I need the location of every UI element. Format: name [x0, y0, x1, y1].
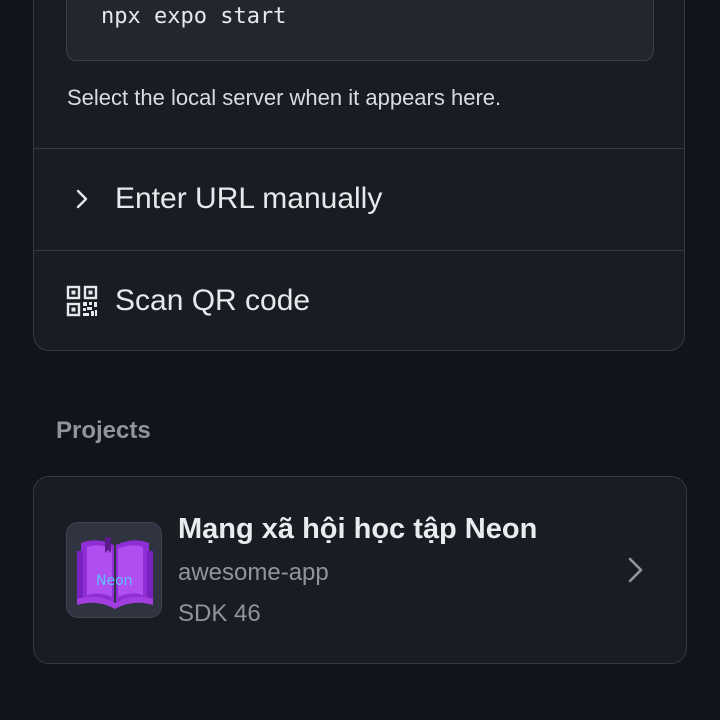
server-hint: Select the local server when it appears …	[67, 85, 502, 110]
scan-qr-code-row[interactable]: Scan QR code	[34, 251, 684, 350]
neon-book-icon: Neon	[66, 522, 162, 618]
qr-code-icon	[65, 284, 99, 318]
enter-url-label: Enter URL manually	[115, 182, 383, 215]
start-command: npx expo start	[101, 4, 287, 29]
chevron-right-icon	[65, 182, 99, 216]
chevron-right-icon	[626, 555, 646, 585]
projects-section-title: Projects	[56, 417, 151, 444]
development-servers-card: npx expo start Select the local server w…	[33, 0, 685, 351]
scan-qr-label: Scan QR code	[115, 284, 311, 317]
project-sdk-version: SDK 46	[178, 600, 261, 627]
screen: npx expo start Select the local server w…	[0, 0, 720, 720]
project-slug: awesome-app	[178, 559, 329, 586]
project-name: Mạng xã hội học tập Neon	[178, 513, 538, 545]
command-box: npx expo start	[66, 0, 654, 61]
app-icon-label: Neon	[96, 573, 133, 589]
enter-url-manually-row[interactable]: Enter URL manually	[34, 149, 684, 249]
project-card[interactable]: Neon Mạng xã hội học tập Neon awesome-ap…	[33, 476, 687, 664]
